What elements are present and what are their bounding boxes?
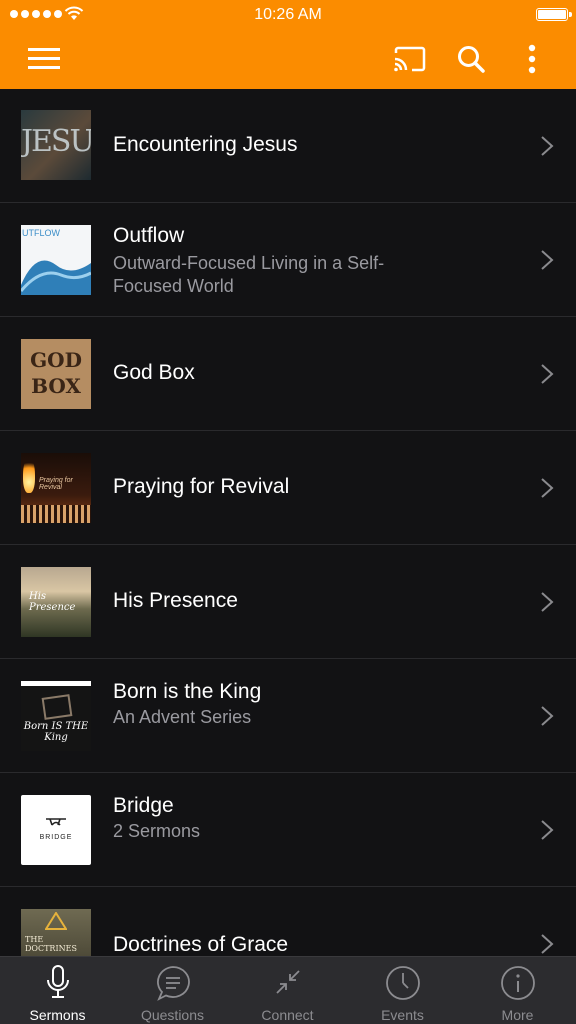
series-title: Doctrines of Grace — [113, 933, 289, 956]
more-vert-icon — [528, 44, 536, 74]
series-artwork: His Presence — [21, 567, 91, 637]
artwork-text: His Presence — [29, 591, 76, 613]
tab-sermons[interactable]: Sermons — [0, 957, 115, 1024]
list-item[interactable]: His Presence His Presence — [0, 545, 576, 659]
chat-bubble-icon — [156, 966, 190, 1001]
artwork-text: THE DOCTRINES — [25, 935, 77, 953]
menu-icon — [28, 48, 60, 69]
clock-icon — [385, 966, 420, 1000]
info-icon — [500, 966, 535, 1000]
list-item[interactable]: THE DOCTRINES Doctrines of Grace — [0, 887, 576, 956]
tab-label: Sermons — [29, 1007, 86, 1023]
chevron-right-icon — [541, 934, 554, 954]
series-subtitle: 2 Sermons — [113, 821, 201, 841]
series-subtitle: Outward-Focused Living in a Self-Focused… — [113, 253, 385, 296]
artwork-text: UTFLOW — [22, 228, 60, 238]
menu-button[interactable] — [26, 40, 62, 78]
status-time: 10:26 AM — [254, 6, 322, 23]
series-title: Encountering Jesus — [113, 133, 298, 156]
bottom-tab-bar: Sermons Questions Connect Events More — [0, 956, 576, 1024]
battery-icon — [536, 8, 572, 21]
list-item[interactable]: Born IS THE King Born is the King An Adv… — [0, 659, 576, 773]
tab-label: Questions — [140, 1007, 205, 1023]
series-title: His Presence — [113, 589, 238, 612]
series-title: Bridge — [113, 794, 174, 817]
chevron-right-icon — [541, 478, 554, 498]
chevron-right-icon — [541, 250, 554, 270]
list-item[interactable]: JESUS Encountering Jesus — [0, 89, 576, 203]
tab-events[interactable]: Events — [345, 957, 460, 1024]
app-header: 10:26 AM — [0, 0, 576, 89]
cast-button[interactable] — [391, 40, 427, 78]
series-title: Outflow — [113, 224, 185, 247]
series-artwork: Praying for Revival — [21, 453, 91, 523]
artwork-text: JESUS — [21, 124, 91, 159]
series-subtitle: An Advent Series — [113, 707, 252, 727]
tab-connect[interactable]: Connect — [230, 957, 345, 1024]
chevron-right-icon — [541, 136, 554, 156]
list-item[interactable]: GOD BOX God Box — [0, 317, 576, 431]
tab-label: Connect — [261, 1007, 314, 1023]
search-icon — [458, 46, 485, 73]
microphone-icon — [46, 965, 69, 998]
series-artwork: UTFLOW — [21, 225, 91, 295]
series-artwork: GOD BOX — [21, 339, 91, 409]
artwork-text: GOD BOX — [30, 348, 82, 398]
series-artwork: BRIDGE — [21, 795, 91, 865]
artwork-text: Born IS THE King — [23, 721, 89, 743]
tab-label: Events — [381, 1007, 424, 1023]
list-item[interactable]: Praying for Revival Praying for Revival — [0, 431, 576, 545]
overflow-menu-button[interactable] — [522, 40, 542, 78]
chevron-right-icon — [541, 706, 554, 726]
series-title: Praying for Revival — [113, 475, 290, 498]
tab-label: More — [501, 1007, 534, 1023]
chevron-right-icon — [541, 820, 554, 840]
artwork-text: Praying for Revival — [39, 477, 73, 491]
cast-icon — [394, 46, 426, 72]
series-artwork: THE DOCTRINES — [21, 909, 91, 956]
chevron-right-icon — [541, 592, 554, 612]
list-item[interactable]: BRIDGE Bridge 2 Sermons — [0, 773, 576, 887]
list-item[interactable]: UTFLOW Outflow Outward-Focused Living in… — [0, 203, 576, 317]
connect-arrows-icon — [275, 970, 300, 994]
series-title: Born is the King — [113, 680, 262, 703]
status-bar: 10:26 AM — [0, 0, 576, 30]
sermon-series-list: JESUS Encountering Jesus UTFLOW Outflow … — [0, 89, 576, 956]
series-artwork: Born IS THE King — [21, 681, 91, 751]
tab-more[interactable]: More — [460, 957, 575, 1024]
artwork-text: BRIDGE — [39, 834, 73, 841]
series-artwork: JESUS — [21, 110, 91, 180]
search-button[interactable] — [455, 40, 487, 78]
tab-questions[interactable]: Questions — [115, 957, 230, 1024]
chevron-right-icon — [541, 364, 554, 384]
series-title: God Box — [113, 361, 195, 384]
